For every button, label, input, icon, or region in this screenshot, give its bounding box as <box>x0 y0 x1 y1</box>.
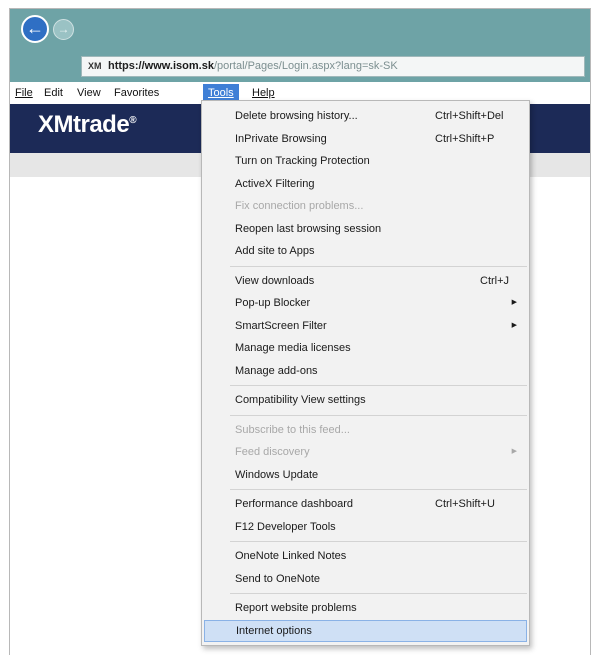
menu-item-label: Manage media licenses <box>235 342 351 354</box>
menu-item-f12-developer-tools[interactable]: F12 Developer Tools <box>202 516 529 539</box>
menu-item-windows-update[interactable]: Windows Update <box>202 464 529 487</box>
site-logo[interactable]: XMtrade® <box>38 111 137 139</box>
menu-item-label: Performance dashboard <box>235 498 354 510</box>
menu-item-onenote-linked-notes[interactable]: OneNote Linked Notes <box>202 545 529 568</box>
url-path: /portal/Pages/Login.aspx?lang=sk-SK <box>213 60 398 72</box>
menu-item-shortcut: Ctrl+Shift+Del <box>435 110 504 122</box>
menu-item-label: SmartScreen Filter <box>235 319 327 332</box>
menu-edit[interactable]: Edit <box>39 84 68 102</box>
menu-item-manage-media-licenses[interactable]: Manage media licenses <box>202 337 529 360</box>
url-host: www.isom.sk <box>144 60 214 72</box>
menu-item-label: Fix connection problems... <box>235 200 364 212</box>
menu-item-manage-add-ons[interactable]: Manage add-ons <box>202 360 529 383</box>
menu-item-report-website-problems[interactable]: Report website problems <box>202 597 529 620</box>
menu-item-fix-connection-problems: Fix connection problems... <box>202 195 529 218</box>
menu-item-popup-blocker[interactable]: Pop-up Blocker ▶ <box>202 292 529 315</box>
menu-item-label: Add site to Apps <box>235 245 315 257</box>
menu-item-activex-filtering[interactable]: ActiveX Filtering <box>202 173 529 196</box>
menu-help-label: Help <box>252 87 275 99</box>
menu-item-label: Manage add-ons <box>235 364 318 377</box>
submenu-arrow-icon: ▶ <box>511 321 517 329</box>
menu-item-label: Feed discovery <box>235 446 310 458</box>
menu-favorites-label: Favorites <box>114 87 160 99</box>
forward-button[interactable]: → <box>53 19 74 40</box>
submenu-arrow-icon: ▶ <box>511 299 517 306</box>
url-input[interactable]: XM https://www.isom.sk/portal/Pages/Logi… <box>81 56 585 77</box>
logo-text: XMtrade <box>38 111 130 138</box>
menu-item-label: Delete browsing history... <box>235 110 358 122</box>
menu-item-internet-options[interactable]: Internet options <box>204 619 527 642</box>
menu-item-label: Subscribe to this feed... <box>235 423 350 436</box>
menu-item-label: View downloads <box>235 274 315 287</box>
site-favicon-icon: XM <box>88 61 102 71</box>
arrow-left-icon: ← <box>26 18 44 38</box>
arrow-right-icon: → <box>57 22 70 36</box>
menu-item-delete-browsing-history[interactable]: Delete browsing history... Ctrl+Shift+Del <box>202 105 529 128</box>
menu-item-compatibility-view-settings[interactable]: Compatibility View settings <box>202 389 529 412</box>
menu-item-performance-dashboard[interactable]: Performance dashboard Ctrl+Shift+U <box>202 493 529 516</box>
menu-item-subscribe-to-feed: Subscribe to this feed... <box>202 419 529 442</box>
url-scheme: https:// <box>108 60 145 72</box>
menu-item-feed-discovery: Feed discovery ▶ <box>202 441 529 464</box>
menu-item-view-downloads[interactable]: View downloads Ctrl+J <box>202 270 529 293</box>
menu-separator <box>230 265 527 267</box>
menu-item-tracking-protection[interactable]: Turn on Tracking Protection <box>202 150 529 173</box>
tools-menu: Delete browsing history... Ctrl+Shift+Del… <box>201 100 530 646</box>
menu-separator <box>230 541 527 542</box>
menu-item-label: OneNote Linked Notes <box>235 550 347 562</box>
menu-tools-label: Tools <box>208 87 234 99</box>
menu-item-send-to-onenote[interactable]: Send to OneNote <box>202 568 529 591</box>
menu-item-add-site-to-apps[interactable]: Add site to Apps <box>202 240 529 263</box>
menu-separator <box>230 414 527 416</box>
menu-item-label: ActiveX Filtering <box>235 177 315 190</box>
menu-item-shortcut: Ctrl+Shift+P <box>435 132 495 145</box>
menu-file-label: File <box>15 87 33 99</box>
menu-item-shortcut: Ctrl+J <box>480 274 510 287</box>
title-bar <box>10 9 590 47</box>
menu-item-label: Send to OneNote <box>235 572 321 585</box>
menu-item-label: InPrivate Browsing <box>235 132 327 145</box>
menu-item-label: F12 Developer Tools <box>235 520 336 533</box>
back-button[interactable]: ← <box>21 15 49 43</box>
menu-item-reopen-last-session[interactable]: Reopen last browsing session <box>202 218 529 241</box>
menu-separator <box>230 385 527 386</box>
menu-item-label: Reopen last browsing session <box>235 222 382 235</box>
menu-item-smartscreen-filter[interactable]: SmartScreen Filter ▶ <box>202 315 529 338</box>
menu-item-label: Windows Update <box>235 468 319 481</box>
menu-separator <box>230 593 527 594</box>
url-text: https://www.isom.sk/portal/Pages/Login.a… <box>108 57 398 76</box>
menu-item-label: Compatibility View settings <box>235 394 366 406</box>
menu-item-shortcut: Ctrl+Shift+U <box>435 498 495 510</box>
menu-file[interactable]: File <box>10 84 38 102</box>
menu-item-label: Turn on Tracking Protection <box>235 155 370 167</box>
menu-edit-label: Edit <box>44 87 63 99</box>
menu-item-label: Pop-up Blocker <box>235 297 311 309</box>
menu-item-inprivate-browsing[interactable]: InPrivate Browsing Ctrl+Shift+P <box>202 128 529 151</box>
menu-item-label: Internet options <box>236 624 312 637</box>
logo-registered-mark: ® <box>129 115 137 126</box>
menu-separator <box>230 489 527 490</box>
menu-view[interactable]: View <box>72 84 106 102</box>
menu-favorites[interactable]: Favorites <box>109 84 164 102</box>
menu-view-label: View <box>77 87 101 99</box>
menu-item-label: Report website problems <box>235 602 357 614</box>
submenu-arrow-icon: ▶ <box>511 448 517 455</box>
